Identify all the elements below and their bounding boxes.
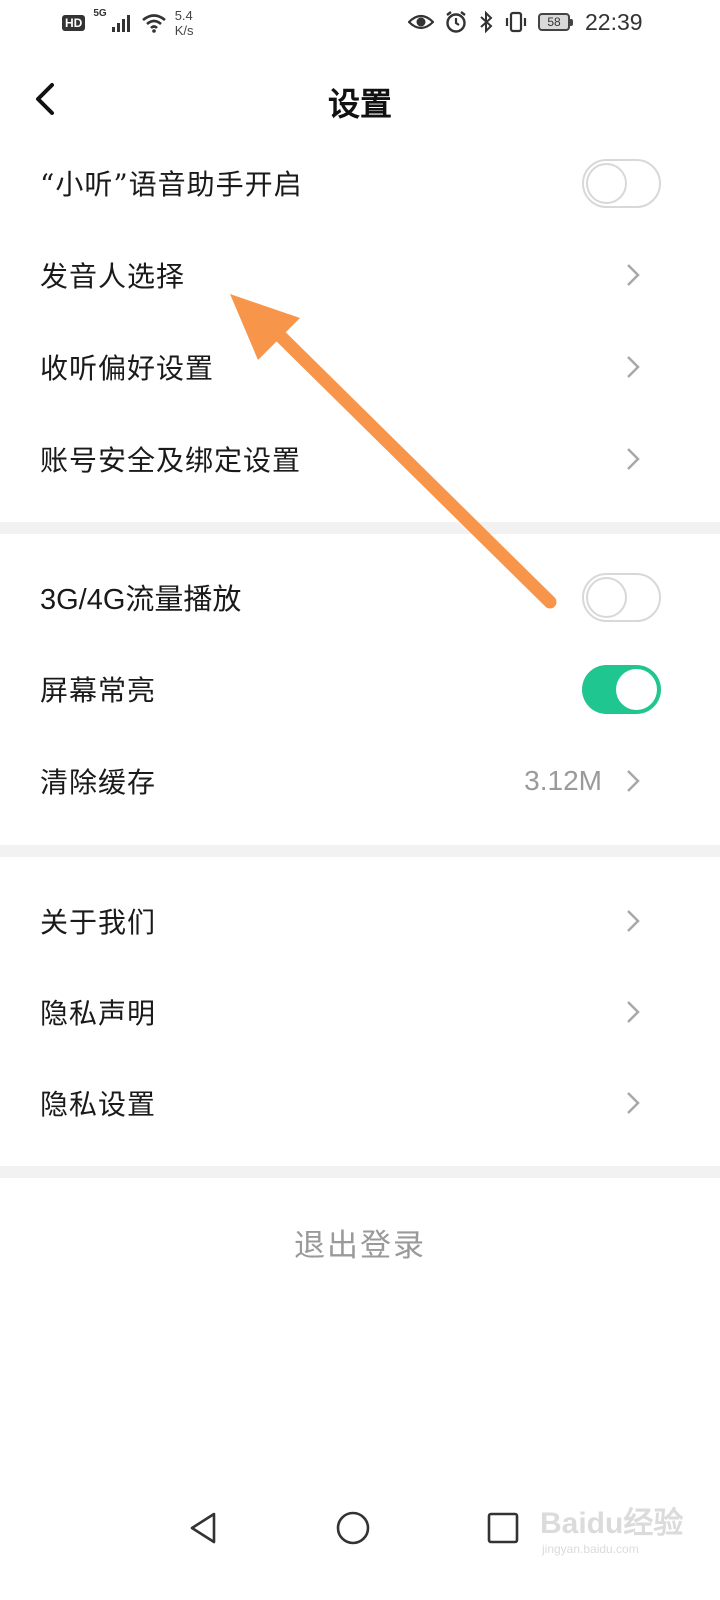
row-privacy-statement[interactable]: 隐私声明 bbox=[0, 966, 720, 1058]
speed-unit: K/s bbox=[174, 23, 194, 38]
chevron-right-icon bbox=[627, 1092, 640, 1114]
bluetooth-icon bbox=[480, 10, 493, 34]
network-speed: 5.4 K/s bbox=[175, 8, 194, 38]
battery-icon: 58 bbox=[538, 13, 573, 31]
nav-home-icon[interactable] bbox=[333, 1508, 373, 1548]
row-voice-assistant[interactable]: “小听”语音助手开启 bbox=[0, 137, 720, 229]
row-label: “小听”语音助手开启 bbox=[40, 168, 303, 201]
row-voice-selection[interactable]: 发音人选择 bbox=[0, 229, 720, 321]
speed-value: 5.4 bbox=[174, 8, 193, 23]
row-screen-always-on[interactable]: 屏幕常亮 bbox=[0, 643, 720, 735]
chevron-right-icon bbox=[627, 770, 640, 792]
row-label: 屏幕常亮 bbox=[40, 674, 157, 707]
row-account-security[interactable]: 账号安全及绑定设置 bbox=[0, 413, 720, 505]
network-type: 5G bbox=[93, 8, 107, 19]
toggle-knob bbox=[586, 162, 627, 204]
row-clear-cache[interactable]: 清除缓存 3.12M bbox=[0, 735, 720, 827]
nav-back-icon[interactable] bbox=[184, 1508, 224, 1548]
watermark-url: jingyan.baidu.com bbox=[542, 1542, 639, 1556]
toggle-knob bbox=[586, 576, 627, 618]
eye-icon bbox=[408, 14, 434, 30]
row-label: 关于我们 bbox=[40, 906, 157, 939]
wifi-icon bbox=[141, 14, 166, 33]
chevron-right-icon bbox=[627, 264, 640, 286]
row-mobile-data-playback[interactable]: 3G/4G流量播放 bbox=[0, 551, 720, 643]
vibrate-icon bbox=[505, 11, 527, 33]
signal-icon bbox=[111, 15, 130, 32]
section-divider bbox=[0, 845, 720, 857]
status-time: 22:39 bbox=[585, 9, 643, 35]
mobile-data-toggle[interactable] bbox=[582, 572, 661, 622]
row-label: 发音人选择 bbox=[40, 260, 186, 293]
status-right: 58 bbox=[408, 10, 573, 34]
row-label: 隐私设置 bbox=[40, 1088, 157, 1121]
hd-badge: HD bbox=[62, 15, 86, 31]
row-about-us[interactable]: 关于我们 bbox=[0, 875, 720, 967]
logout-button[interactable]: 退出登录 bbox=[0, 1220, 720, 1265]
alarm-icon bbox=[446, 11, 466, 33]
status-bar: HD 5G 5.4 K/s 58 22:39 bbox=[0, 0, 720, 50]
page-title: 设置 bbox=[327, 85, 392, 123]
row-label: 账号安全及绑定设置 bbox=[40, 444, 302, 477]
section-divider bbox=[0, 522, 720, 534]
watermark: Baidu经验 jingyan.baidu.com bbox=[540, 1488, 710, 1568]
row-label: 收听偏好设置 bbox=[40, 352, 215, 385]
watermark-brand: Baidu经验 bbox=[540, 1507, 684, 1540]
status-left: HD 5G 5.4 K/s bbox=[62, 8, 193, 38]
section-divider bbox=[0, 1166, 720, 1178]
screen-on-toggle[interactable] bbox=[582, 664, 661, 714]
voice-assistant-toggle[interactable] bbox=[582, 158, 661, 208]
chevron-right-icon bbox=[627, 356, 640, 378]
row-privacy-settings[interactable]: 隐私设置 bbox=[0, 1057, 720, 1149]
toggle-knob bbox=[616, 668, 657, 710]
nav-recents-icon[interactable] bbox=[483, 1508, 523, 1548]
row-label: 隐私声明 bbox=[40, 997, 157, 1030]
row-label: 清除缓存 bbox=[40, 766, 157, 799]
chevron-right-icon bbox=[627, 910, 640, 932]
row-label: 3G/4G流量播放 bbox=[40, 584, 242, 616]
chevron-right-icon bbox=[627, 1001, 640, 1023]
row-listening-preferences[interactable]: 收听偏好设置 bbox=[0, 321, 720, 413]
header: 设置 bbox=[0, 55, 720, 145]
chevron-right-icon bbox=[627, 448, 640, 470]
cache-size: 3.12M bbox=[524, 765, 602, 796]
